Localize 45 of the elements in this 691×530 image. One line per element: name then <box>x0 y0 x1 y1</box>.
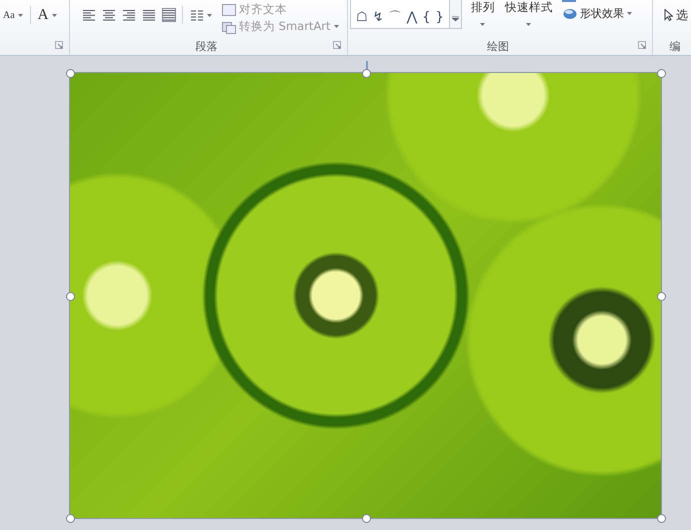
smartart-icon[interactable] <box>222 20 236 34</box>
group-label: 段落 <box>196 38 218 54</box>
arrange-button[interactable]: 排列 <box>470 0 496 26</box>
sphere-icon[interactable] <box>562 8 577 20</box>
resize-handle[interactable] <box>66 514 75 523</box>
text-align-icon[interactable] <box>222 4 236 16</box>
caret-icon[interactable] <box>18 14 23 16</box>
shape-item[interactable]: ⌒ <box>388 8 402 26</box>
dialog-launcher-icon[interactable] <box>638 41 646 49</box>
resize-handle[interactable] <box>657 514 666 523</box>
resize-handle[interactable] <box>66 69 75 78</box>
font-button[interactable]: Aa <box>2 10 24 20</box>
shapes-gallery[interactable]: ☖ ↯ ⌒ ⋀ { } <box>350 0 462 29</box>
caret-icon[interactable] <box>207 14 212 16</box>
caret-icon[interactable] <box>480 23 486 26</box>
shape-item[interactable]: ⋀ <box>406 10 418 24</box>
font-button[interactable]: A <box>36 6 58 24</box>
resize-handle[interactable] <box>362 69 370 78</box>
gallery-more-button[interactable] <box>448 0 461 28</box>
shape-item[interactable]: } <box>436 10 444 24</box>
caret-icon[interactable] <box>526 23 532 26</box>
caret-icon[interactable] <box>334 25 339 28</box>
columns-icon[interactable] <box>190 9 204 21</box>
align-icon[interactable] <box>82 8 96 22</box>
shape-effects-button[interactable]: 形状效果 <box>562 6 633 21</box>
columns-button[interactable] <box>189 9 213 21</box>
group-label: 编 <box>670 38 680 54</box>
dialog-launcher-icon[interactable] <box>333 41 341 49</box>
more-icon[interactable] <box>452 16 459 22</box>
pointer-icon[interactable] <box>664 9 673 21</box>
align-icon[interactable] <box>162 8 176 22</box>
select-button[interactable]: 选 <box>663 0 691 30</box>
resize-handle[interactable] <box>66 292 75 300</box>
align-icon[interactable] <box>102 8 116 22</box>
caret-icon[interactable] <box>626 12 632 15</box>
dialog-launcher-icon[interactable] <box>55 41 63 49</box>
shape-item[interactable]: ☖ <box>356 10 368 24</box>
shape-item[interactable]: ↯ <box>372 10 384 24</box>
resize-handle[interactable] <box>657 69 666 78</box>
shape-item[interactable]: { <box>422 10 431 24</box>
quick-styles-button[interactable]: 快速样式 <box>504 0 554 26</box>
align-icon[interactable] <box>142 8 156 22</box>
align-icon[interactable] <box>122 8 136 22</box>
group-label: 绘图 <box>487 38 509 54</box>
caret-icon[interactable] <box>52 14 57 16</box>
